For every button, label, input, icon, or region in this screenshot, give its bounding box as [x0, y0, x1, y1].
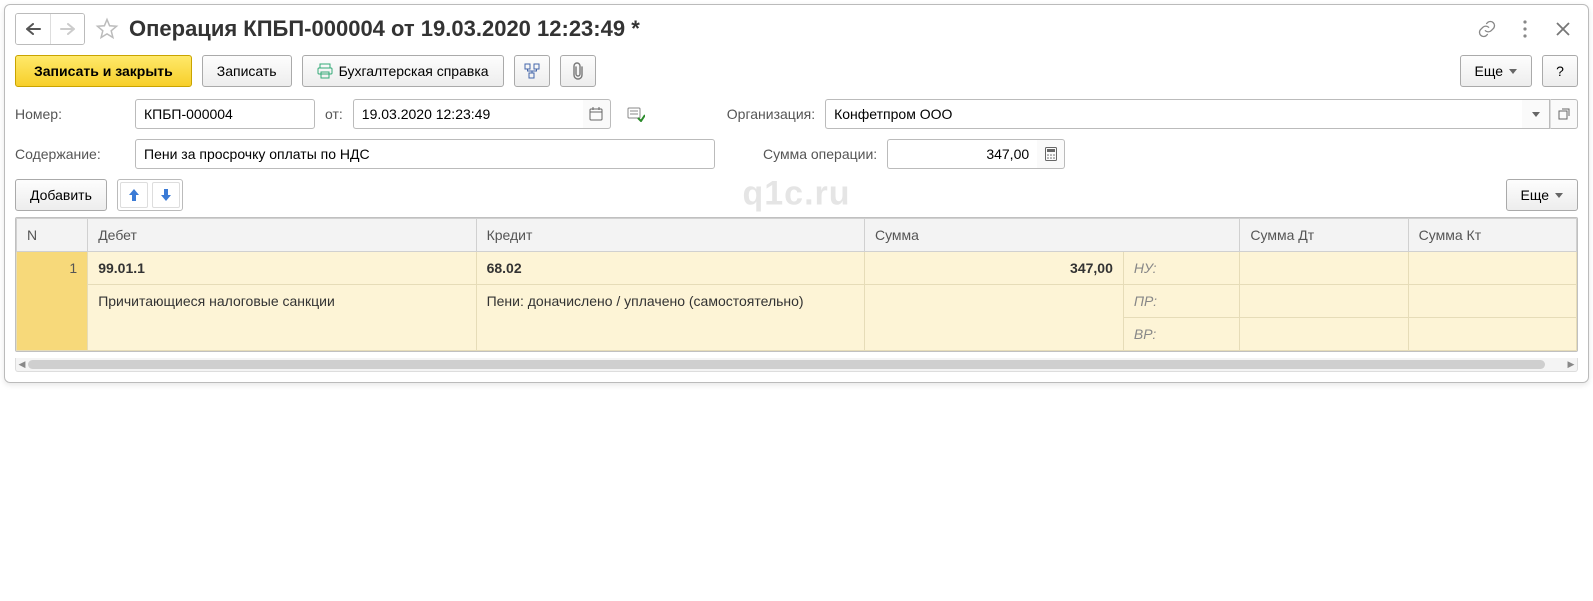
table-more-button[interactable]: Еще — [1506, 179, 1579, 211]
accounting-note-label: Бухгалтерская справка — [339, 63, 489, 79]
chevron-down-icon — [1555, 193, 1563, 198]
sublabel-vr: ВР: — [1123, 318, 1240, 351]
sum-kt-vr[interactable] — [1408, 318, 1576, 351]
sum-dt-pr[interactable] — [1240, 285, 1408, 318]
date-input-group — [353, 99, 611, 129]
org-dropdown-button[interactable] — [1522, 99, 1550, 129]
col-debit[interactable]: Дебет — [88, 219, 476, 252]
chevron-down-icon — [1509, 69, 1517, 74]
col-credit[interactable]: Кредит — [476, 219, 864, 252]
kebab-menu-icon[interactable] — [1514, 18, 1536, 40]
number-label: Номер: — [15, 106, 125, 122]
horizontal-scrollbar[interactable]: ◀ ▶ — [15, 358, 1578, 372]
sublabel-nu: НУ: — [1123, 252, 1240, 285]
scroll-left-icon[interactable]: ◀ — [16, 358, 28, 371]
org-open-button[interactable] — [1550, 99, 1578, 129]
sum-cell-empty[interactable] — [864, 285, 1123, 351]
help-button[interactable]: ? — [1542, 55, 1578, 87]
credit-analytic-cell[interactable]: Пени: доначислено / уплачено (самостояте… — [476, 285, 864, 351]
save-and-close-button[interactable]: Записать и закрыть — [15, 55, 192, 87]
more-label: Еще — [1475, 63, 1504, 79]
page-title: Операция КПБП-000004 от 19.03.2020 12:23… — [129, 16, 1468, 42]
table-row[interactable]: Причитающиеся налоговые санкции Пени: до… — [17, 285, 1577, 318]
sum-input-group — [887, 139, 1065, 169]
calculator-button[interactable] — [1037, 139, 1065, 169]
calculator-icon — [1045, 147, 1057, 161]
grid-header-row: N Дебет Кредит Сумма Сумма Дт Сумма Кт — [17, 219, 1577, 252]
date-label: от: — [325, 106, 343, 122]
entries-grid: N Дебет Кредит Сумма Сумма Дт Сумма Кт 1… — [15, 217, 1578, 352]
printer-icon — [317, 63, 333, 79]
table-row[interactable]: 1 99.01.1 68.02 347,00 НУ: — [17, 252, 1577, 285]
table-more-label: Еще — [1521, 187, 1550, 203]
sum-cell[interactable]: 347,00 — [864, 252, 1123, 285]
calendar-button[interactable] — [583, 99, 611, 129]
titlebar: Операция КПБП-000004 от 19.03.2020 12:23… — [15, 13, 1578, 45]
nav-buttons — [15, 13, 85, 45]
close-icon[interactable] — [1552, 18, 1574, 40]
move-up-button[interactable] — [120, 182, 148, 208]
col-sum-dt[interactable]: Сумма Дт — [1240, 219, 1408, 252]
calendar-icon — [589, 107, 603, 121]
open-external-icon — [1558, 108, 1570, 120]
favorite-star-icon[interactable] — [93, 15, 121, 43]
arrow-right-icon — [60, 23, 76, 35]
sum-kt-pr[interactable] — [1408, 285, 1576, 318]
status-icon[interactable] — [625, 103, 647, 125]
main-toolbar: Записать и закрыть Записать Бухгалтерска… — [15, 55, 1578, 87]
move-down-button[interactable] — [152, 182, 180, 208]
scroll-right-icon[interactable]: ▶ — [1565, 358, 1577, 371]
move-row-buttons — [117, 179, 183, 211]
org-label: Организация: — [727, 106, 815, 122]
sum-kt-nu[interactable] — [1408, 252, 1576, 285]
desc-input[interactable] — [135, 139, 715, 169]
link-icon[interactable] — [1476, 18, 1498, 40]
back-button[interactable] — [16, 14, 50, 44]
debit-analytic-cell[interactable]: Причитающиеся налоговые санкции — [88, 285, 476, 351]
accounting-note-button[interactable]: Бухгалтерская справка — [302, 55, 504, 87]
date-input[interactable] — [353, 99, 583, 129]
org-input-group — [825, 99, 1578, 129]
sum-dt-vr[interactable] — [1240, 318, 1408, 351]
arrow-left-icon — [25, 23, 41, 35]
form-row-1: Номер: от: Организация: — [15, 99, 1578, 129]
scrollbar-thumb[interactable] — [28, 360, 1545, 369]
col-sum[interactable]: Сумма — [864, 219, 1239, 252]
table-toolbar: Добавить Еще — [15, 179, 1578, 211]
desc-label: Содержание: — [15, 146, 125, 162]
chevron-down-icon — [1532, 112, 1540, 117]
attachment-button[interactable] — [560, 55, 596, 87]
add-row-button[interactable]: Добавить — [15, 179, 107, 211]
row-number: 1 — [17, 252, 88, 351]
arrow-down-icon — [160, 188, 172, 202]
more-button[interactable]: Еще — [1460, 55, 1533, 87]
tree-icon — [524, 63, 540, 79]
forward-button[interactable] — [50, 14, 84, 44]
sum-label: Сумма операции: — [763, 146, 877, 162]
sum-input[interactable] — [887, 139, 1037, 169]
structure-button[interactable] — [514, 55, 550, 87]
col-n[interactable]: N — [17, 219, 88, 252]
sublabel-pr: ПР: — [1123, 285, 1240, 318]
paperclip-icon — [570, 62, 586, 80]
sum-dt-nu[interactable] — [1240, 252, 1408, 285]
number-input[interactable] — [135, 99, 315, 129]
debit-account-cell[interactable]: 99.01.1 — [88, 252, 476, 285]
arrow-up-icon — [128, 188, 140, 202]
credit-account-cell[interactable]: 68.02 — [476, 252, 864, 285]
save-button[interactable]: Записать — [202, 55, 292, 87]
org-input[interactable] — [825, 99, 1522, 129]
form-row-2: Содержание: Сумма операции: — [15, 139, 1578, 169]
col-sum-kt[interactable]: Сумма Кт — [1408, 219, 1576, 252]
